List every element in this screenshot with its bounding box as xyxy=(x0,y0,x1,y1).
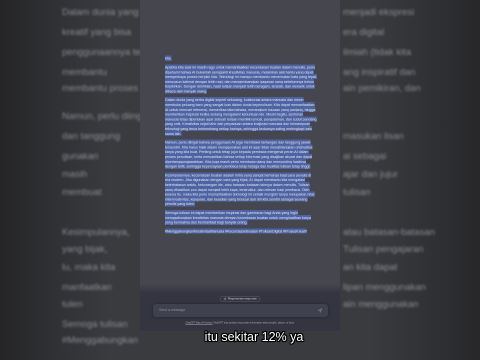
backdrop-text-line: membuat xyxy=(62,187,102,198)
backdrop-text-line: lipan menggunakan xyxy=(343,282,426,293)
backdrop-text-line: ang inspiratif dan xyxy=(343,67,416,78)
backdrop-text-line: lu, maka kita xyxy=(62,262,116,273)
backdrop-text-line: manfaatkan xyxy=(62,282,112,293)
backdrop-text-line: menjadi ekspresi xyxy=(343,7,415,18)
backdrop-text-line: Namun, perlu diing xyxy=(62,111,142,122)
backdrop-text-line: #Menggabungkan xyxy=(62,335,139,346)
refresh-icon xyxy=(223,297,226,301)
backdrop-text-line: membantu proses xyxy=(62,83,139,94)
backdrop-text-line: masih xyxy=(62,169,88,180)
hashtag-line: #MenggabungkanKreativitasManusia #Kecerd… xyxy=(165,228,317,234)
selected-text: Kesimpulannya, kecerdasan buatan adalah … xyxy=(165,172,316,207)
regenerate-label: Regenerate response xyxy=(227,297,257,301)
message-paragraph: Apabila kita saat ini masih ragu untuk m… xyxy=(165,64,317,94)
message-composer[interactable] xyxy=(153,304,328,317)
selected-text: Namun, perlu diingat bahwa penggunaan AI… xyxy=(165,139,313,169)
backdrop-text-line: ain pemikiran, dan xyxy=(343,83,421,94)
selected-text: Dalam dunia yang serba digital seperti s… xyxy=(165,97,317,136)
backdrop-text-line: Tulisan pengajaran xyxy=(343,244,424,255)
composer-inner xyxy=(153,304,328,317)
backdrop-text-line: gunakan xyxy=(62,151,99,162)
version-link[interactable]: ChatGPT May 24 Version xyxy=(185,322,212,325)
send-icon xyxy=(317,308,323,313)
backdrop-text-line: masukan lisan xyxy=(343,131,404,142)
backdrop-text-line: ilmiah (tidak kita xyxy=(343,47,412,58)
send-button[interactable] xyxy=(317,307,324,314)
backdrop-text-line: ajar dan jujur xyxy=(343,169,398,180)
message-paragraph: Dalam dunia yang serba digital seperti s… xyxy=(165,97,317,136)
assistant-message: kita. Apabila kita saat ini masih ragu u… xyxy=(165,55,317,238)
disclaimer-footer: ChatGPT May 24 Version ChatGPT may produ… xyxy=(140,322,340,325)
backdrop-text-line: era digital xyxy=(343,27,385,38)
selected-text: #MenggabungkanKreativitasManusia #Kecerd… xyxy=(165,228,307,234)
backdrop-text-line: Kesimpulannya, xyxy=(62,227,130,238)
composer-area: Regenerate response ChatGPT May 24 Versi… xyxy=(140,284,340,331)
backdrop-text-line: ain menggunakan xyxy=(343,299,419,310)
backdrop-text-line: dan tanggung xyxy=(62,131,121,142)
backdrop-text-line: membantu xyxy=(62,67,107,78)
message-paragraph: Kesimpulannya, kecerdasan buatan adalah … xyxy=(165,172,317,207)
backdrop-text-line: Semoga tulisan xyxy=(62,319,128,330)
selected-text: Apabila kita saat ini masih ragu untuk m… xyxy=(165,64,317,94)
chat-screenshot-panel: kita. Apabila kita saat ini masih ragu u… xyxy=(140,0,340,331)
message-paragraph: kita. xyxy=(165,55,317,61)
video-caption: itu sekitar 12% ya xyxy=(204,330,304,344)
backdrop-text-line: yang bijak, xyxy=(62,244,108,255)
message-paragraph: Semoga tulisan ini dapat memberikan insp… xyxy=(165,209,317,225)
backdrop-text-line: atau batasan-batasan xyxy=(343,227,435,238)
backdrop-text-line: tulen xyxy=(62,299,83,310)
video-frame: Dalam dunia yang kreatif yang bisa pengg… xyxy=(0,0,480,360)
backdrop-text-line: tulisan xyxy=(343,187,371,198)
message-input[interactable] xyxy=(159,307,309,314)
backdrop-text-line: ai sebagai xyxy=(343,151,387,162)
message-paragraph: Namun, perlu diingat bahwa penggunaan AI… xyxy=(165,139,317,169)
backdrop-text-line: kreatif yang bisa xyxy=(62,27,132,38)
selected-text: Semoga tulisan ini dapat memberikan insp… xyxy=(165,209,311,225)
regenerate-row: Regenerate response xyxy=(140,294,340,303)
disclaimer-text: ChatGPT may produce inaccurate informati… xyxy=(213,322,295,325)
regenerate-response-button[interactable]: Regenerate response xyxy=(220,296,260,302)
backdrop-text-line: Dalam dunia yang xyxy=(62,7,139,18)
backdrop-text-line: an kita dapat xyxy=(343,262,398,273)
selected-text: kita. xyxy=(165,55,172,61)
